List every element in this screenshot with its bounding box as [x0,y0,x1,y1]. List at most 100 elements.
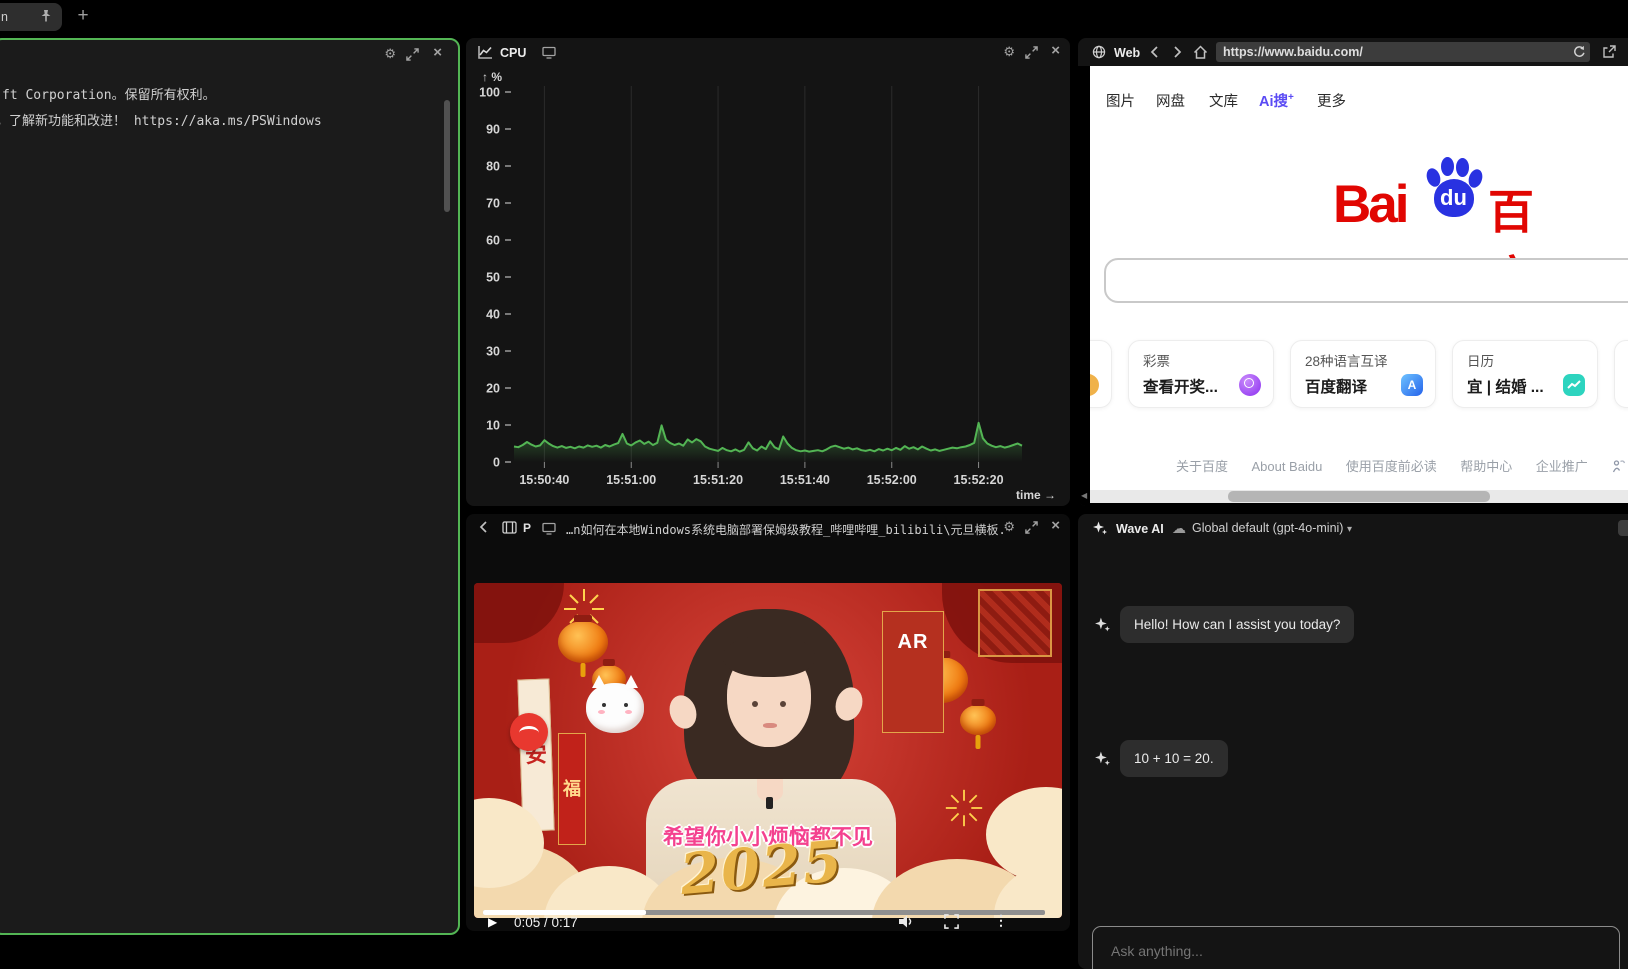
cloud-icon: ☁ [1172,521,1186,535]
url-bar[interactable]: https://www.baidu.com/ [1216,42,1590,62]
film-icon [502,521,517,534]
terminal-output-line: ，了解新功能和改进！ https://aka.ms/PSWindows [0,110,322,129]
kebab-menu-icon[interactable]: ⋮ [994,913,1008,927]
svg-text:100: 100 [479,86,500,100]
browser-h-scrollbar[interactable]: ◀ [1078,490,1628,503]
baidu-card-partial-left[interactable] [1090,340,1112,408]
svg-text:50: 50 [486,271,500,285]
svg-text:15:51:40: 15:51:40 [780,473,830,487]
fullscreen-icon[interactable] [944,914,959,929]
h-scrollbar-thumb[interactable] [1228,491,1490,502]
home-icon[interactable] [1193,45,1208,59]
translate-icon: A [1401,374,1423,396]
baidu-card-partial-right[interactable]: 云 百 [1614,340,1628,408]
ai-message-bubble: Hello! How can I assist you today? [1120,606,1354,643]
cpu-chart: 15:50:40 15:51:00 15:51:20 15:51:40 15:52:00… [466,38,1070,506]
ai-model-selector[interactable]: Global default (gpt-4o-mini) ▾ [1192,521,1352,535]
baidu-card-lottery[interactable]: 彩票 查看开奖... [1128,340,1274,408]
card-icon [1090,374,1099,396]
svg-text:15:51:00: 15:51:00 [606,473,656,487]
gear-icon[interactable]: ⚙ [384,47,396,60]
expand-icon[interactable] [1025,521,1038,534]
close-icon[interactable]: × [1051,518,1060,533]
terminal-output-line: ft Corporation。保留所有权利。 [2,84,216,103]
baidu-nav-more[interactable]: 更多 [1317,90,1346,111]
svg-text:70: 70 [486,197,500,211]
forward-icon[interactable] [1173,46,1182,58]
baidu-paw-icon: du [1425,154,1483,220]
lottery-ball-icon [1239,374,1261,396]
svg-text:15:52:20: 15:52:20 [954,473,1004,487]
baidu-footer: 关于百度 About Baidu 使用百度前必读 帮助中心 企业推广 [1176,456,1628,476]
ai-message-bubble: 10 + 10 = 20. [1120,740,1228,777]
sparkles-icon [1092,520,1108,536]
wave-terminal-window: n + ⚙ × ft Corporation。保留所有权利。 ，了解新功能和改进… [0,0,1628,969]
baidu-nav-wenku[interactable]: 文库 [1209,90,1238,111]
video-picture[interactable]: 安 福 AR [474,583,1062,918]
baidu-page: 图片 网盘 文库 Ai搜+ 更多 Bai du [1090,66,1628,490]
footer-link[interactable]: 关于百度 [1176,456,1228,475]
cpu-block[interactable]: CPU ⚙ × ↑ % 15:50:4015:51:0015:51:2015:5… [466,38,1070,506]
ai-block[interactable]: Wave AI ☁ Global default (gpt-4o-mini) ▾… [1078,514,1628,969]
svg-text:15:52:00: 15:52:00 [867,473,917,487]
scroll-left-arrow-icon[interactable]: ◀ [1081,491,1087,500]
reload-icon[interactable] [1572,45,1585,58]
play-icon[interactable]: ▶ [488,916,497,928]
browser-content: 图片 网盘 文库 Ai搜+ 更多 Bai du [1078,66,1628,506]
ai-header: Wave AI ☁ Global default (gpt-4o-mini) ▾… [1078,514,1628,542]
baidu-logo-du: du [1440,185,1467,211]
volume-icon[interactable] [898,914,914,929]
close-icon[interactable]: × [433,45,442,60]
video-block[interactable]: P …n如何在本地Windows系统电脑部署保姆级教程_哔哩哔哩_bilibil… [466,514,1070,931]
baidu-nav-netdisk[interactable]: 网盘 [1156,90,1185,111]
video-file-title: …n如何在本地Windows系统电脑部署保姆级教程_哔哩哔哩_bilibili\… [566,521,1006,538]
clear-chat-icon[interactable]: ✕ [1618,520,1628,536]
back-icon[interactable] [479,521,488,533]
tab-terminal[interactable]: n [0,3,62,31]
tab-label: n [1,10,8,24]
browser-title: Web [1114,46,1140,60]
tab-bar: n + [0,0,1628,34]
calendar-trend-icon [1563,374,1585,396]
svg-text:10: 10 [486,419,500,433]
baidu-logo: Bai du 百度 [1333,162,1563,238]
svg-text:0: 0 [493,456,500,470]
terminal-scrollbar[interactable] [444,100,450,212]
baidu-card-calendar[interactable]: 日历 宜 | 结婚 ... [1452,340,1598,408]
footer-link[interactable]: 帮助中心 [1460,456,1512,475]
terminal-header: ⚙ × [0,40,458,68]
url-text[interactable]: https://www.baidu.com/ [1223,45,1363,59]
gear-icon[interactable]: ⚙ [1003,520,1015,533]
expand-icon[interactable] [406,48,419,61]
video-header: P …n如何在本地Windows系统电脑部署保姆级教程_哔哩哔哩_bilibil… [466,514,1070,541]
svg-text:40: 40 [486,308,500,322]
baidu-nav-images[interactable]: 图片 [1106,90,1135,111]
svg-text:60: 60 [486,234,500,248]
terminal-block[interactable]: ⚙ × ft Corporation。保留所有权利。 ，了解新功能和改进！ ht… [0,38,460,935]
browser-header: Web https://www.baidu.com/ ⋮ [1078,38,1628,66]
baidu-logo-bai: Bai [1333,174,1406,235]
svg-text:15:50:40: 15:50:40 [519,473,569,487]
baidu-search-input[interactable] [1104,258,1628,303]
svg-text:15:51:20: 15:51:20 [693,473,743,487]
svg-text:30: 30 [486,345,500,359]
ai-title: Wave AI [1116,522,1164,536]
pin-icon[interactable] [39,9,53,24]
accessibility-icon[interactable] [1611,459,1626,473]
svg-text:90: 90 [486,123,500,137]
sparkles-icon [1094,616,1111,633]
new-tab-button[interactable]: + [72,4,94,28]
footer-link[interactable]: About Baidu [1251,459,1322,474]
back-icon[interactable] [1150,46,1159,58]
baidu-nav-ai-search[interactable]: Ai搜+ [1259,90,1294,111]
footer-link[interactable]: 使用百度前必读 [1346,456,1437,475]
ai-input[interactable] [1092,926,1620,969]
footer-link[interactable]: 企业推广 [1536,456,1588,475]
video-time: 0:05 / 0:17 [514,915,578,930]
browser-block[interactable]: Web https://www.baidu.com/ ⋮ [1078,38,1628,506]
chevron-down-icon: ▾ [1347,524,1352,535]
external-link-icon[interactable] [1602,45,1616,59]
svg-text:20: 20 [486,382,500,396]
video-label: P [523,521,531,535]
baidu-card-translate[interactable]: 28种语言互译 百度翻译 A [1290,340,1436,408]
